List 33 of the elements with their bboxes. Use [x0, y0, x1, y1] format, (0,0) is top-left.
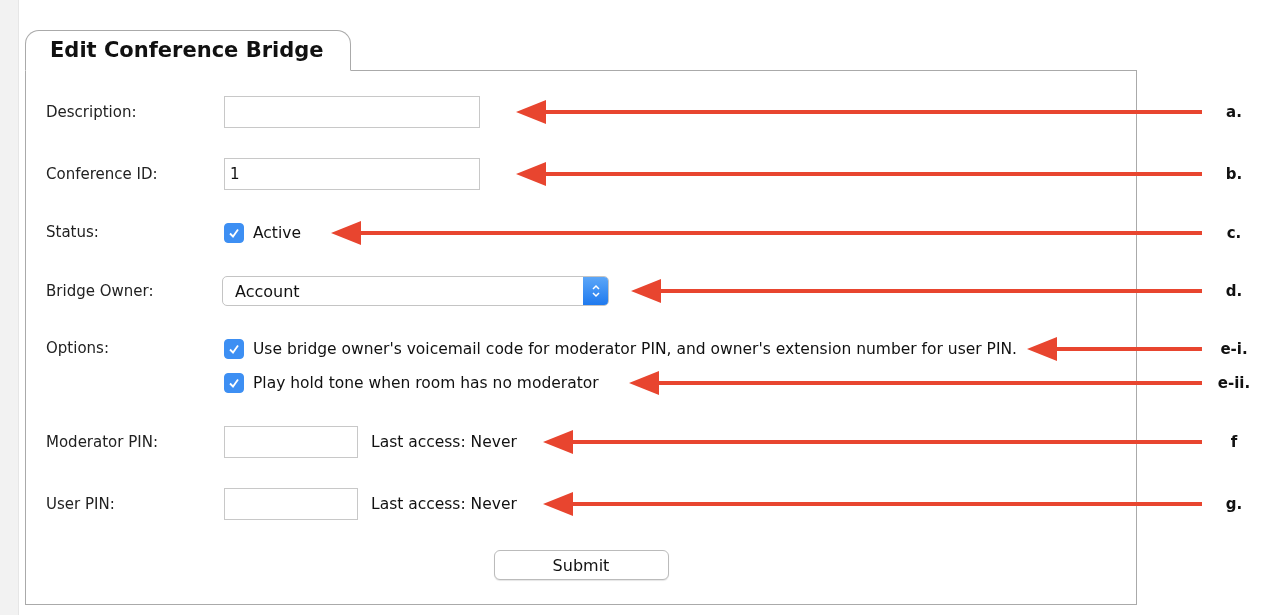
field-label: Conference ID: [46, 164, 159, 185]
text-field[interactable]: 1 [224, 158, 480, 190]
last-access-text: Last access: Never [371, 495, 517, 513]
submit-button[interactable]: Submit [493, 550, 669, 580]
annotation-label: g. [1224, 495, 1244, 513]
last-access-text: Last access: Never [371, 433, 517, 451]
field-label: Description: [46, 102, 138, 123]
select-field[interactable]: Account [222, 276, 609, 306]
field-label: Options: [46, 338, 110, 359]
pin-field[interactable] [224, 488, 358, 520]
pin-field[interactable] [224, 426, 358, 458]
field-label: Bridge Owner: [46, 281, 155, 302]
field-label: Moderator PIN: [46, 432, 159, 453]
checkbox-label: Use bridge owner's voicemail code for moderator PIN, and owner's extension number for user PIN. [253, 340, 1018, 358]
checkbox-label: Active [253, 224, 301, 242]
check-icon [228, 343, 240, 355]
annotation-label: e-ii. [1216, 374, 1252, 392]
field-label: User PIN: [46, 494, 116, 515]
stepper-icon [583, 277, 608, 305]
checkbox-label: Play hold tone when room has no moderator [253, 374, 599, 392]
annotation-label: a. [1225, 103, 1243, 121]
checkbox[interactable] [224, 339, 244, 359]
field-label: Status: [46, 222, 100, 243]
text-field[interactable] [224, 96, 480, 128]
annotation-label: c. [1225, 224, 1243, 242]
checkbox[interactable] [224, 223, 244, 243]
annotation-label: d. [1224, 282, 1244, 300]
check-icon [228, 377, 240, 389]
annotation-label: e-i. [1219, 340, 1249, 358]
checkbox[interactable] [224, 373, 244, 393]
annotation-label: f [1229, 433, 1239, 451]
check-icon [228, 227, 240, 239]
annotation-label: b. [1224, 165, 1244, 183]
